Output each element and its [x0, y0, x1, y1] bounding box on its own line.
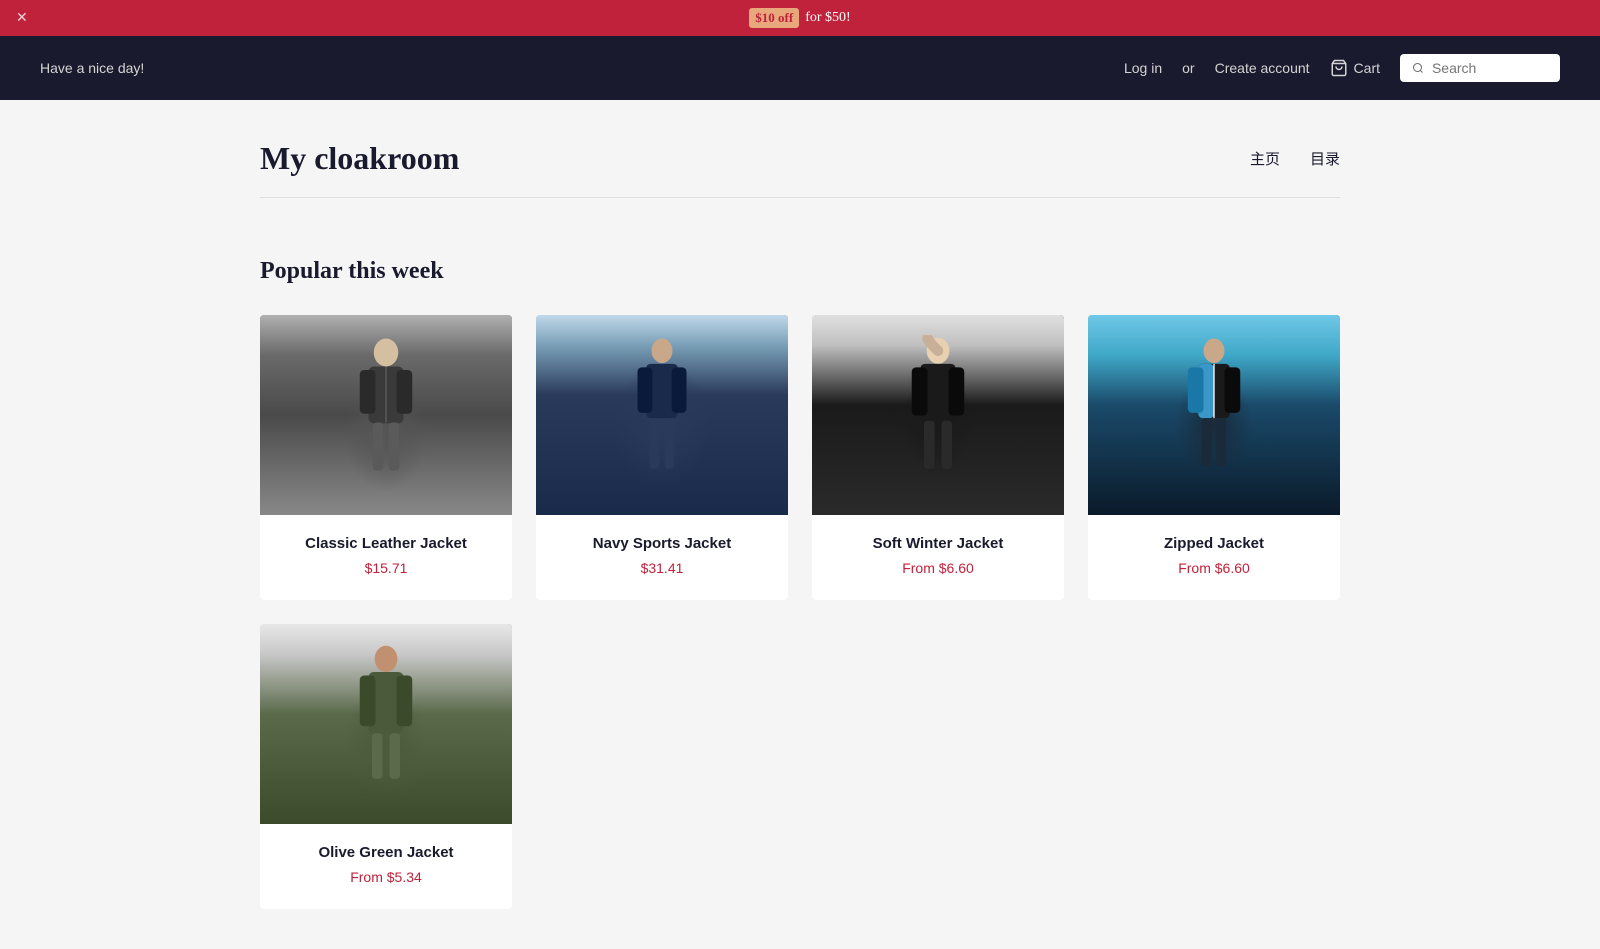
search-box[interactable]	[1400, 54, 1560, 82]
discount-badge: $10 off	[749, 8, 799, 28]
close-announcement-button[interactable]: ✕	[16, 10, 28, 27]
product-figure-olive-green	[346, 644, 426, 784]
product-card-navy-sports[interactable]: Navy Sports Jacket $31.41	[536, 315, 788, 600]
product-figure-soft-winter	[898, 335, 978, 475]
store-title: My cloakroom	[260, 140, 459, 177]
product-price-olive-green: From $5.34	[276, 869, 496, 885]
product-price-classic-leather: $15.71	[276, 560, 496, 576]
navbar: Have a nice day! Log in or Create accoun…	[0, 36, 1600, 100]
nav-home[interactable]: 主页	[1250, 148, 1280, 169]
product-info-soft-winter: Soft Winter Jacket From $6.60	[812, 515, 1064, 600]
nav-catalog[interactable]: 目录	[1310, 148, 1340, 169]
product-price-zipped: From $6.60	[1104, 560, 1324, 576]
store-nav: 主页 目录	[1250, 148, 1340, 169]
product-image-zipped	[1088, 315, 1340, 515]
product-grid-row2: Olive Green Jacket From $5.34	[260, 624, 1340, 909]
product-card-zipped[interactable]: Zipped Jacket From $6.60	[1088, 315, 1340, 600]
navbar-greeting: Have a nice day!	[40, 60, 144, 76]
product-figure-zipped	[1174, 335, 1254, 475]
product-card-olive-green[interactable]: Olive Green Jacket From $5.34	[260, 624, 512, 909]
product-image-soft-winter	[812, 315, 1064, 515]
product-info-navy-sports: Navy Sports Jacket $31.41	[536, 515, 788, 600]
announcement-bar: ✕ $10 off for $50!	[0, 0, 1600, 36]
product-image-classic-leather	[260, 315, 512, 515]
product-figure-classic-leather	[346, 335, 426, 475]
product-name-olive-green: Olive Green Jacket	[276, 844, 496, 861]
or-separator: or	[1182, 60, 1194, 76]
login-link[interactable]: Log in	[1124, 60, 1162, 76]
product-card-classic-leather[interactable]: Classic Leather Jacket $15.71	[260, 315, 512, 600]
product-name-zipped: Zipped Jacket	[1104, 535, 1324, 552]
product-price-navy-sports: $31.41	[552, 560, 772, 576]
cart-icon	[1330, 59, 1348, 77]
cart-label: Cart	[1354, 60, 1380, 76]
announcement-text: for $50!	[805, 10, 851, 26]
product-info-classic-leather: Classic Leather Jacket $15.71	[260, 515, 512, 600]
navbar-right: Log in or Create account Cart	[1124, 54, 1560, 82]
product-info-zipped: Zipped Jacket From $6.60	[1088, 515, 1340, 600]
popular-section-title: Popular this week	[260, 258, 1340, 285]
search-input[interactable]	[1432, 60, 1548, 76]
store-header: My cloakroom 主页 目录	[260, 140, 1340, 198]
product-figure-navy-sports	[622, 335, 702, 475]
search-icon	[1412, 61, 1424, 75]
main-content: My cloakroom 主页 目录 Popular this week	[200, 100, 1400, 949]
product-info-olive-green: Olive Green Jacket From $5.34	[260, 824, 512, 909]
product-image-olive-green	[260, 624, 512, 824]
create-account-link[interactable]: Create account	[1215, 60, 1310, 76]
product-price-soft-winter: From $6.60	[828, 560, 1048, 576]
product-grid-row1: Classic Leather Jacket $15.71 Navy Sport…	[260, 315, 1340, 600]
product-image-navy-sports	[536, 315, 788, 515]
product-name-soft-winter: Soft Winter Jacket	[828, 535, 1048, 552]
product-name-classic-leather: Classic Leather Jacket	[276, 535, 496, 552]
product-card-soft-winter[interactable]: Soft Winter Jacket From $6.60	[812, 315, 1064, 600]
product-name-navy-sports: Navy Sports Jacket	[552, 535, 772, 552]
cart-link[interactable]: Cart	[1330, 59, 1380, 77]
